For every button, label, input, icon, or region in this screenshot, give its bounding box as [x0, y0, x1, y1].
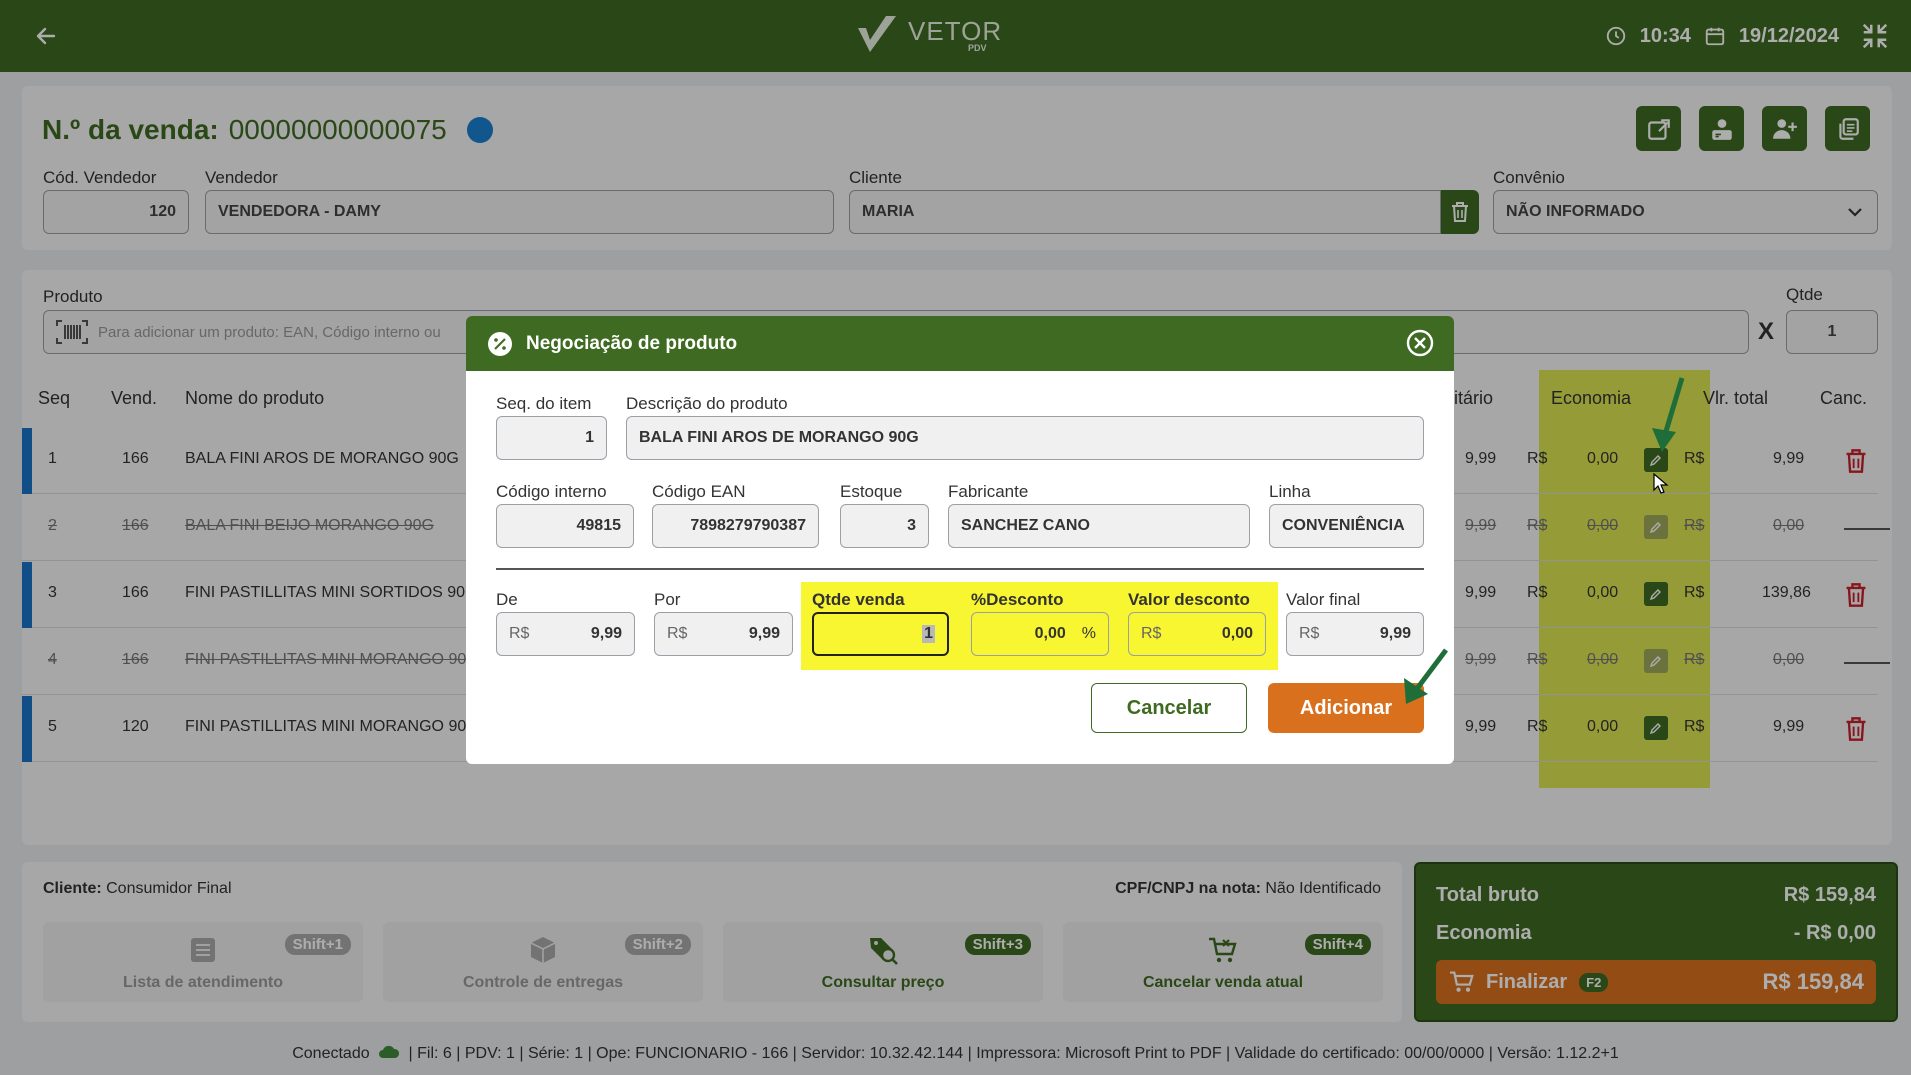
codigo-ean-label: Código EAN	[652, 482, 746, 501]
qtde-venda-label: Qtde venda	[812, 590, 905, 609]
descricao-label: Descrição do produto	[626, 394, 788, 413]
estoque-input: 3	[840, 504, 929, 548]
codigo-interno-label: Código interno	[496, 482, 607, 501]
discount-icon	[488, 331, 512, 356]
estoque-label: Estoque	[840, 482, 903, 501]
annotation-arrow-icon	[1404, 648, 1448, 704]
modal-title: Negociação de produto	[526, 332, 738, 354]
valor-desconto-input[interactable]: R$ 0,00	[1128, 612, 1266, 656]
annotation-arrow-icon	[1652, 377, 1685, 452]
valor-final-label: Valor final	[1286, 590, 1361, 609]
fabricante-input: SANCHEZ CANO	[948, 504, 1250, 548]
cancel-button[interactable]: Cancelar	[1091, 683, 1247, 733]
por-label: Por	[654, 590, 681, 609]
cursor-icon	[1653, 473, 1669, 494]
qtde-venda-input[interactable]: 1	[812, 612, 949, 656]
close-icon[interactable]	[1406, 329, 1434, 357]
negociacao-modal: Negociação de produto Seq. do item 1 Des…	[466, 316, 1454, 764]
fabricante-label: Fabricante	[948, 482, 1029, 501]
modal-header: Negociação de produto	[466, 316, 1454, 371]
codigo-interno-input: 49815	[496, 504, 634, 548]
de-label: De	[496, 590, 518, 609]
por-input: R$ 9,99	[654, 612, 793, 656]
desconto-pct-label: %Desconto	[971, 590, 1064, 609]
seq-item-input: 1	[496, 416, 607, 460]
linha-input: CONVENIÊNCIA	[1269, 504, 1424, 548]
descricao-input: BALA FINI AROS DE MORANGO 90G	[626, 416, 1424, 460]
modal-divider	[496, 568, 1424, 570]
de-input: R$ 9,99	[496, 612, 635, 656]
desconto-pct-input[interactable]: 0,00 %	[971, 612, 1109, 656]
linha-label: Linha	[1269, 482, 1311, 501]
codigo-ean-input: 7898279790387	[652, 504, 819, 548]
valor-desconto-label: Valor desconto	[1128, 590, 1250, 609]
seq-item-label: Seq. do item	[496, 394, 592, 413]
